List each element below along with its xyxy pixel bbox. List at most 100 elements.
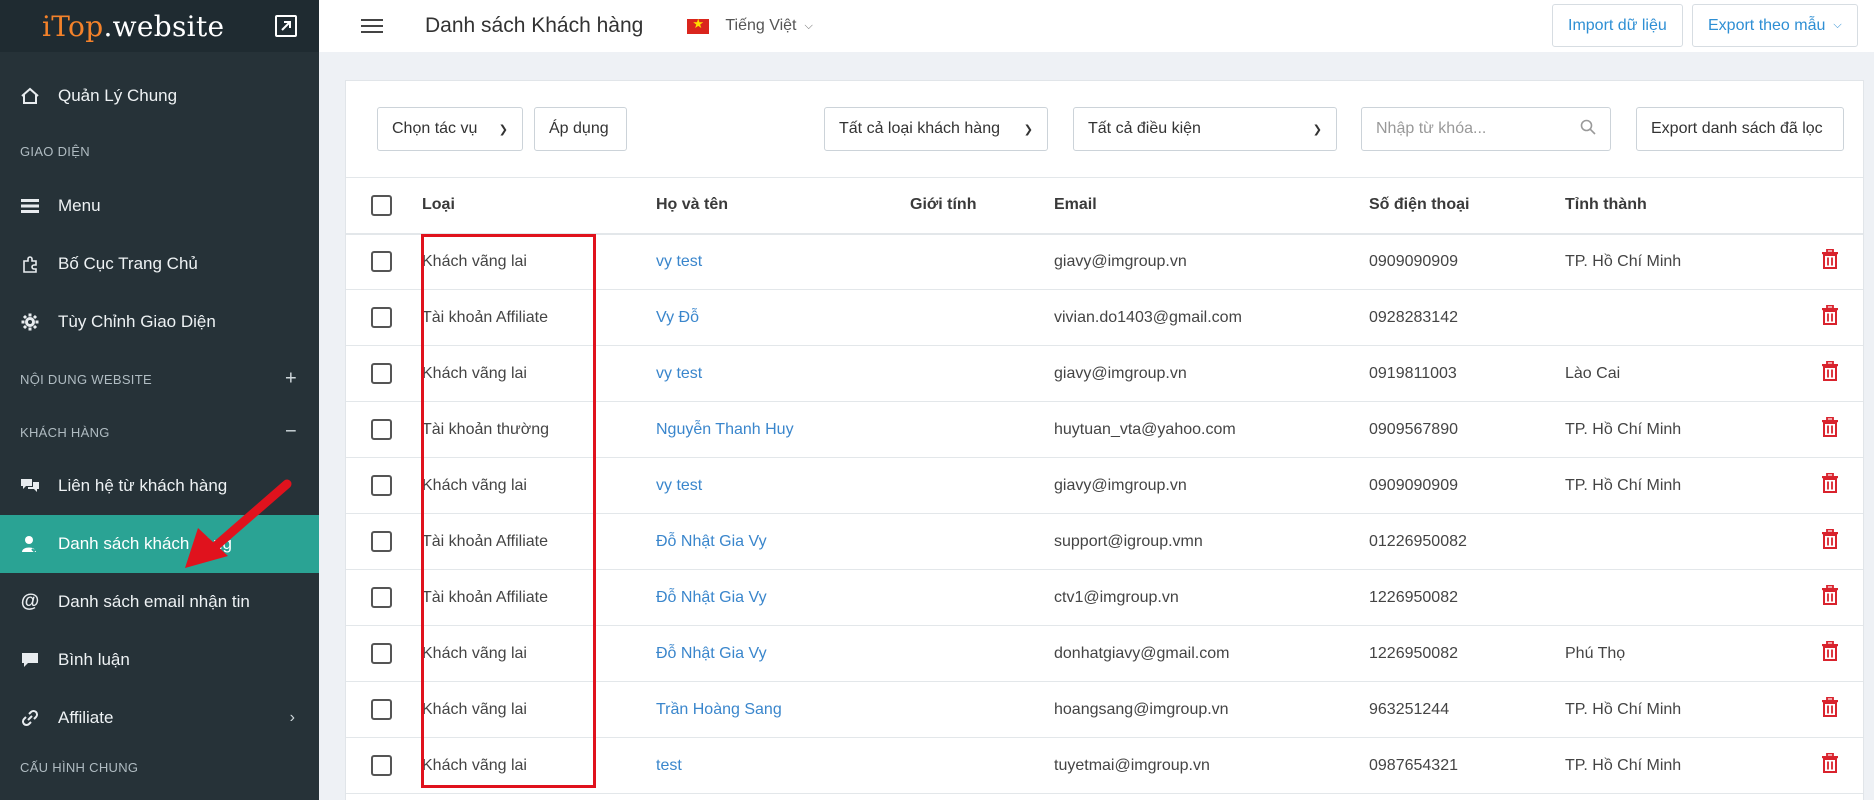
import-button[interactable]: Import dữ liệu <box>1552 4 1683 47</box>
table-header-row: Loại Họ và tên Giới tính Email Số điện t… <box>346 177 1863 235</box>
sidebar-item-quan-ly-chung[interactable]: Quản Lý Chung <box>0 67 319 125</box>
sidebar-item-danh-sach-khach-hang[interactable]: Danh sách khách hàng <box>0 515 319 573</box>
customer-name-link[interactable]: Vy Đỗ <box>656 309 699 326</box>
apply-button[interactable]: Áp dụng <box>534 107 627 151</box>
cell-province <box>1565 569 1765 626</box>
sidebar-item-tuy-chinh[interactable]: Tùy Chỉnh Giao Diện <box>0 293 319 351</box>
delete-trash-icon[interactable] <box>1821 360 1839 386</box>
delete-trash-icon[interactable] <box>1821 472 1839 498</box>
row-checkbox[interactable] <box>371 307 392 328</box>
cell-phone: 1226950082 <box>1369 569 1565 626</box>
customer-name-link[interactable]: vy test <box>656 365 702 382</box>
delete-trash-icon[interactable] <box>1821 584 1839 610</box>
column-header-phone[interactable]: Số điện thoại <box>1369 177 1565 235</box>
row-checkbox[interactable] <box>371 419 392 440</box>
delete-trash-icon[interactable] <box>1821 640 1839 666</box>
section-noi-dung-website: NỘI DUNG WEBSITE + <box>0 351 319 407</box>
row-checkbox[interactable] <box>371 643 392 664</box>
home-icon <box>20 86 40 106</box>
sidebar-item-email-nhan-tin[interactable]: @ Danh sách email nhận tin <box>0 573 319 631</box>
cell-type: Tài khoản Affiliate <box>422 289 656 346</box>
chevron-right-icon: › <box>289 709 295 726</box>
customer-name-link[interactable]: Đỗ Nhật Gia Vy <box>656 533 767 550</box>
bulk-action-select[interactable]: Chọn tác vụ ❯ <box>377 107 523 151</box>
customer-name-link[interactable]: Trần Hoàng Sang <box>656 701 782 718</box>
logo-brand: iTop <box>42 9 104 43</box>
customer-name-link[interactable]: Nguyễn Thanh Huy <box>656 421 794 438</box>
delete-trash-icon[interactable] <box>1821 696 1839 722</box>
cell-email: tuyetmai@imgroup.vn <box>1054 737 1369 794</box>
cell-email: giavy@imgroup.vn <box>1054 345 1369 402</box>
customer-list-panel: Chọn tác vụ ❯ Áp dụng Tất cả loại khách … <box>345 80 1864 800</box>
language-label: Tiếng Việt <box>725 17 797 34</box>
table-row: Khách vãng lai vy test giavy@imgroup.vn 091… <box>346 345 1863 402</box>
delete-trash-icon[interactable] <box>1821 416 1839 442</box>
expand-plus-icon[interactable]: + <box>285 368 297 391</box>
cell-province: TP. Hồ Chí Minh <box>1565 737 1765 794</box>
sidebar-item-menu[interactable]: Menu <box>0 177 319 235</box>
cell-type: Khách vãng lai <box>422 625 656 682</box>
row-checkbox[interactable] <box>371 587 392 608</box>
row-checkbox[interactable] <box>371 363 392 384</box>
cell-phone: 0909090909 <box>1369 457 1565 514</box>
column-header-email[interactable]: Email <box>1054 177 1369 235</box>
row-checkbox[interactable] <box>371 531 392 552</box>
row-checkbox[interactable] <box>371 251 392 273</box>
row-checkbox[interactable] <box>371 699 392 720</box>
delete-trash-icon[interactable] <box>1821 248 1839 274</box>
customer-name-link[interactable]: vy test <box>656 253 702 270</box>
delete-trash-icon[interactable] <box>1821 528 1839 554</box>
sidebar-item-label: Menu <box>58 196 101 215</box>
row-checkbox[interactable] <box>371 475 392 496</box>
cell-type: Tài khoản thường <box>422 401 656 458</box>
customer-table: Loại Họ và tên Giới tính Email Số điện t… <box>346 177 1863 794</box>
condition-filter[interactable]: Tất cả điều kiện ❯ <box>1073 107 1337 151</box>
column-header-name[interactable]: Họ và tên <box>656 177 910 235</box>
row-checkbox[interactable] <box>371 755 392 776</box>
logo[interactable]: iTop.website <box>42 10 224 43</box>
sidebar-item-lien-he[interactable]: Liên hệ từ khách hàng <box>0 457 319 515</box>
cell-phone: 963251244 <box>1369 681 1565 738</box>
sidebar-item-binh-luan[interactable]: Bình luận <box>0 631 319 689</box>
search-icon[interactable] <box>1580 119 1596 140</box>
comment-icon <box>20 650 40 670</box>
cell-phone: 1226950082 <box>1369 625 1565 682</box>
open-external-icon[interactable] <box>275 15 297 37</box>
customer-type-filter[interactable]: Tất cả loại khách hàng ❯ <box>824 107 1048 151</box>
cell-phone: 01226950082 <box>1369 513 1565 570</box>
export-filtered-button[interactable]: Export danh sách đã lọc <box>1636 107 1844 151</box>
at-icon: @ <box>20 591 40 612</box>
hamburger-icon[interactable] <box>361 15 383 37</box>
delete-trash-icon[interactable] <box>1821 304 1839 330</box>
cell-gender <box>910 457 1054 514</box>
export-template-button[interactable]: Export theo mẫu ⌵ <box>1692 4 1858 47</box>
sidebar-item-bo-cuc[interactable]: Bố Cục Trang Chủ <box>0 235 319 293</box>
select-all-checkbox[interactable] <box>371 194 392 216</box>
table-row: Tài khoản thường Nguyễn Thanh Huy huytuan_… <box>346 401 1863 458</box>
chevron-down-icon: ❯ <box>1312 123 1322 136</box>
delete-trash-icon[interactable] <box>1821 752 1839 778</box>
column-header-gender[interactable]: Giới tính <box>910 177 1054 235</box>
customer-name-link[interactable]: Đỗ Nhật Gia Vy <box>656 645 767 662</box>
column-header-province[interactable]: Tỉnh thành <box>1565 177 1765 235</box>
cell-email: hoangsang@imgroup.vn <box>1054 681 1369 738</box>
language-selector[interactable]: Tiếng Việt ⌵ <box>687 16 813 35</box>
column-header-type[interactable]: Loại <box>422 177 656 235</box>
export-filtered-label: Export danh sách đã lọc <box>1651 120 1823 137</box>
cell-email: ctv1@imgroup.vn <box>1054 569 1369 626</box>
customer-name-link[interactable]: test <box>656 757 682 774</box>
sidebar-item-label: Affiliate <box>58 708 114 727</box>
cell-province <box>1565 513 1765 570</box>
search-input[interactable]: Nhập từ khóa... <box>1361 107 1611 151</box>
table-row: Khách vãng lai vy test giavy@imgroup.vn 090… <box>346 457 1863 514</box>
cell-type: Khách vãng lai <box>422 681 656 738</box>
chat-icon <box>20 476 40 496</box>
collapse-minus-icon[interactable]: − <box>285 421 297 444</box>
user-icon <box>20 534 40 554</box>
customer-name-link[interactable]: Đỗ Nhật Gia Vy <box>656 589 767 606</box>
customer-name-link[interactable]: vy test <box>656 477 702 494</box>
section-giao-dien: GIAO DIỆN <box>20 143 90 159</box>
cell-phone: 0928283142 <box>1369 289 1565 346</box>
cell-province: Lào Cai <box>1565 345 1765 402</box>
sidebar-item-affiliate[interactable]: Affiliate › <box>0 689 319 747</box>
